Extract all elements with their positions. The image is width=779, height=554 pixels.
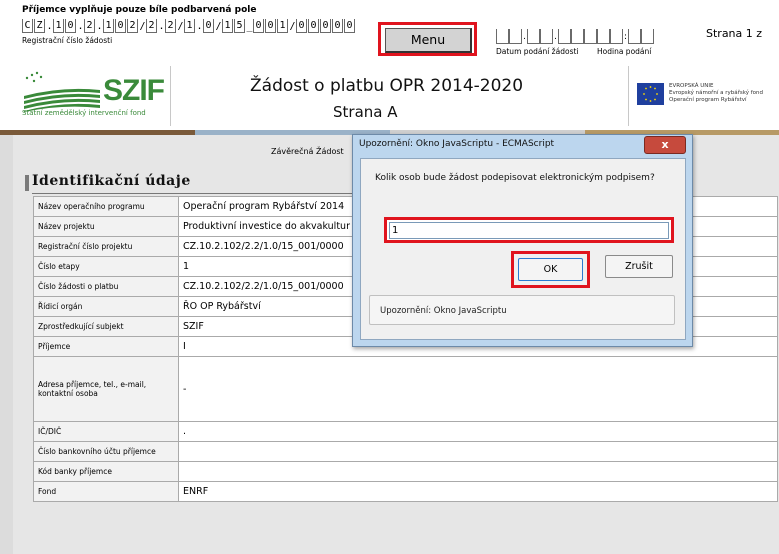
registration-cell: 0 bbox=[203, 19, 214, 33]
submission-date-label: Datum podání žádosti bbox=[496, 47, 579, 56]
row-label: Zprostředkující subjekt bbox=[33, 316, 179, 337]
registration-separator: . bbox=[158, 21, 165, 32]
section-divider bbox=[32, 193, 362, 194]
szif-logo-subtitle: Státní zemědělský intervenční fond bbox=[22, 109, 146, 117]
row-value[interactable] bbox=[178, 441, 778, 462]
ok-button[interactable]: OK bbox=[518, 258, 583, 281]
row-label: Fond bbox=[33, 481, 179, 502]
registration-separator: . bbox=[77, 21, 84, 32]
row-label: Příjemce bbox=[33, 336, 179, 357]
row-label: Adresa příjemce, tel., e-mail, kontaktní… bbox=[33, 356, 179, 422]
registration-separator: / bbox=[289, 21, 296, 32]
registration-separator: / bbox=[139, 21, 146, 32]
page-title: Žádost o platbu OPR 2014-2020 bbox=[250, 76, 524, 96]
registration-cell: 1 bbox=[184, 19, 195, 33]
registration-cell: Z bbox=[34, 19, 45, 33]
registration-cell: 0 bbox=[296, 19, 307, 33]
registration-cell: 0 bbox=[65, 19, 76, 33]
registration-cell: 1 bbox=[53, 19, 64, 33]
eu-flag-icon bbox=[637, 83, 664, 105]
szif-logo-text: SZIF bbox=[103, 74, 165, 107]
table-row: Kód banky příjemce bbox=[33, 461, 778, 482]
dialog-question: Kolik osob bude žádost podepisovat elekt… bbox=[375, 173, 655, 183]
dialog-close-button[interactable]: x bbox=[644, 136, 686, 154]
row-value[interactable] bbox=[178, 461, 778, 482]
registration-number-label: Registrační číslo žádosti bbox=[22, 36, 113, 45]
registration-cell: 2 bbox=[84, 19, 95, 33]
registration-cell: 0 bbox=[344, 19, 355, 33]
registration-cell: 1 bbox=[277, 19, 288, 33]
instruction-note: Příjemce vyplňuje pouze bíle podbarvená … bbox=[22, 5, 257, 15]
registration-separator: . bbox=[96, 21, 103, 32]
registration-cell: 2 bbox=[146, 19, 157, 33]
menu-button[interactable]: Menu bbox=[385, 28, 472, 53]
submission-hour-field[interactable]: : bbox=[597, 29, 654, 44]
input-highlight bbox=[384, 217, 674, 243]
section-title: Identifikační údaje bbox=[25, 173, 191, 191]
szif-logo: SZIF Státní zemědělský intervenční fond bbox=[20, 66, 171, 126]
table-row: IČ/DIČ. bbox=[33, 421, 778, 442]
row-label: Kód banky příjemce bbox=[33, 461, 179, 482]
table-row: Fond ENRF bbox=[33, 481, 778, 502]
registration-separator: / bbox=[177, 21, 184, 32]
row-label: Číslo bankovního účtu příjemce bbox=[33, 441, 179, 462]
submission-hour-label: Hodina podání bbox=[597, 47, 652, 56]
szif-field-icon bbox=[24, 71, 100, 112]
registration-separator: . bbox=[46, 21, 53, 32]
eu-logo: EVROPSKÁ UNIE Evropský námořní a rybářsk… bbox=[628, 66, 779, 126]
row-value: . bbox=[178, 421, 778, 442]
dialog-status: Upozornění: Okno JavaScriptu bbox=[369, 295, 675, 325]
registration-cell: C bbox=[22, 19, 33, 33]
registration-cell: 0 bbox=[265, 19, 276, 33]
registration-cell: 0 bbox=[115, 19, 126, 33]
registration-cell: 5 bbox=[234, 19, 245, 33]
registration-cell: 2 bbox=[165, 19, 176, 33]
registration-separator: _ bbox=[246, 21, 253, 32]
row-label: Název projektu bbox=[33, 216, 179, 237]
row-label: Číslo žádosti o platbu bbox=[33, 276, 179, 297]
signers-count-input[interactable] bbox=[389, 222, 669, 239]
registration-cell: 2 bbox=[127, 19, 138, 33]
registration-number-boxes: C Z. 1 0. 2. 1 0 2/2. 2/1. 0/1 5 _ 0 0 1/0 0 0 0 0 bbox=[22, 19, 356, 33]
form-header: Příjemce vyplňuje pouze bíle podbarvená … bbox=[0, 0, 779, 63]
registration-cell: 0 bbox=[320, 19, 331, 33]
registration-cell: 1 bbox=[222, 19, 233, 33]
dialog-body: Kolik osob bude žádost podepisovat elekt… bbox=[360, 158, 686, 340]
final-request-label: Závěrečná Žádost bbox=[271, 147, 344, 156]
row-value: - bbox=[178, 356, 778, 422]
submission-date-field[interactable]: . . bbox=[496, 29, 610, 44]
page-subtitle: Strana A bbox=[333, 103, 398, 121]
registration-separator: . bbox=[196, 21, 203, 32]
row-value[interactable]: ENRF bbox=[178, 481, 778, 502]
row-label: Registrační číslo projektu bbox=[33, 236, 179, 257]
registration-cell: 0 bbox=[332, 19, 343, 33]
ok-highlight: OK bbox=[511, 251, 590, 288]
row-label: IČ/DIČ bbox=[33, 421, 179, 442]
registration-cell: 0 bbox=[253, 19, 264, 33]
eu-text: EVROPSKÁ UNIE Evropský námořní a rybářsk… bbox=[669, 83, 763, 103]
registration-cell: 1 bbox=[103, 19, 114, 33]
row-label: Řídicí orgán bbox=[33, 296, 179, 317]
table-row: Číslo bankovního účtu příjemce bbox=[33, 441, 778, 462]
menu-highlight: Menu bbox=[378, 22, 477, 56]
dialog-title: Upozornění: Okno JavaScriptu - ECMAScrip… bbox=[359, 139, 555, 149]
cancel-button[interactable]: Zrušit bbox=[605, 255, 673, 278]
registration-cell: 0 bbox=[308, 19, 319, 33]
table-row: Adresa příjemce, tel., e-mail, kontaktní… bbox=[33, 356, 778, 422]
row-label: Název operačního programu bbox=[33, 196, 179, 217]
page-indicator: Strana 1 z bbox=[706, 27, 763, 40]
row-label: Číslo etapy bbox=[33, 256, 179, 277]
registration-separator: / bbox=[215, 21, 222, 32]
javascript-dialog: Upozornění: Okno JavaScriptu - ECMAScrip… bbox=[352, 134, 693, 347]
